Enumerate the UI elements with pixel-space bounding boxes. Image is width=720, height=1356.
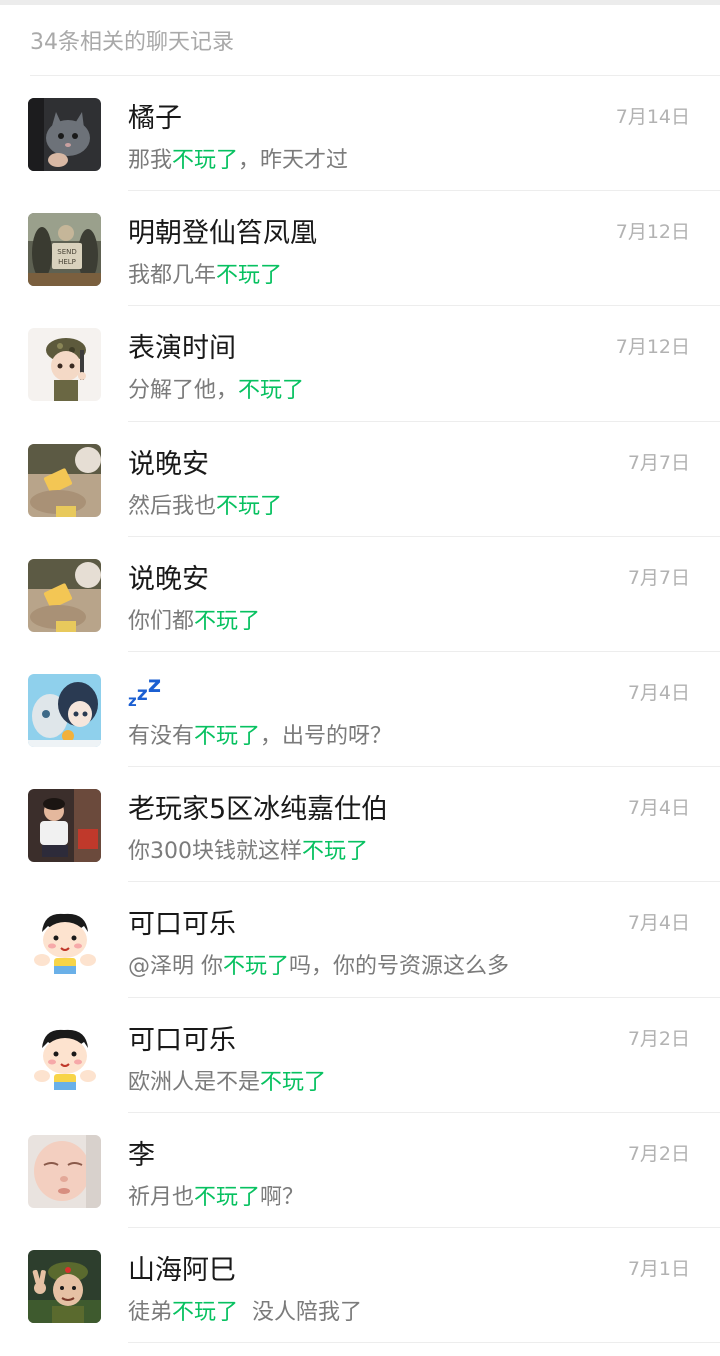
snippet-text: 你300块钱就这样 xyxy=(128,839,302,865)
chat-date: 7月12日 xyxy=(615,336,690,359)
match-highlight: 不玩了 xyxy=(260,1069,327,1095)
cartoon-boy-avatar[interactable] xyxy=(28,904,101,978)
chat-snippet: 然后我也不玩了 xyxy=(128,488,282,520)
chat-name: 山海阿巳 xyxy=(128,1254,236,1286)
chat-date: 7月1日 xyxy=(627,1257,690,1280)
chat-date: 7月4日 xyxy=(627,681,690,704)
snippet-text: 我都几年 xyxy=(128,263,217,289)
chat-result-row[interactable]: 老玩家5区冰纯嘉仕伯 7月4日 你300块钱就这样不玩了 xyxy=(0,767,720,883)
chat-date: 7月7日 xyxy=(627,566,690,589)
match-highlight: 不玩了 xyxy=(194,608,261,634)
results-count-title: 34条相关的聊天记录 xyxy=(30,30,234,55)
phone-photo-avatar[interactable] xyxy=(28,558,101,632)
match-highlight: 不玩了 xyxy=(216,263,283,289)
chat-snippet: 我都几年不玩了 xyxy=(128,257,282,289)
chat-result-row[interactable]: zzz 7月4日 有没有不玩了，出号的呀？ xyxy=(0,652,720,768)
snippet-text: ，昨天才过 xyxy=(238,148,349,173)
match-highlight: 不玩了 xyxy=(194,1184,261,1210)
cat-avatar[interactable] xyxy=(28,98,101,171)
chat-name: 李 xyxy=(128,1139,155,1171)
chat-snippet: 分解了他，不玩了 xyxy=(128,372,304,404)
chat-result-row[interactable]: 表演时间 7月12日 分解了他，不玩了 xyxy=(0,306,720,422)
chat-name: 表演时间 xyxy=(128,333,236,365)
sign-text: SEND xyxy=(57,248,77,256)
cartoon-boy-avatar[interactable] xyxy=(28,1019,101,1093)
match-highlight: 不玩了 xyxy=(194,723,261,749)
send-help-avatar[interactable]: SEND HELP xyxy=(28,213,101,287)
chat-name: 可口可乐 xyxy=(128,909,236,941)
chat-name: 可口可乐 xyxy=(128,1024,236,1056)
match-highlight: 不玩了 xyxy=(216,493,283,519)
chat-date: 7月14日 xyxy=(615,106,690,128)
chat-snippet: 祈月也不玩了啊？ xyxy=(128,1179,304,1211)
chat-snippet: 你300块钱就这样不玩了 xyxy=(128,833,368,865)
chat-name: 说晚安 xyxy=(128,448,209,480)
chat-result-row[interactable]: 说晚安 7月7日 然后我也不玩了 xyxy=(0,422,720,537)
chat-date: 7月2日 xyxy=(627,1142,690,1165)
baby-photo-avatar[interactable] xyxy=(28,1134,101,1208)
chat-snippet: 有没有不玩了，出号的呀？ xyxy=(128,718,392,750)
snippet-text: 然后我也 xyxy=(128,493,217,519)
match-highlight: 不玩了 xyxy=(302,839,369,865)
chat-snippet: @泽明 你不玩了吗，你的号资源这么多 xyxy=(128,948,509,980)
chat-name: 说晚安 xyxy=(128,563,209,595)
chat-date: 7月4日 xyxy=(627,912,690,935)
phone-photo-avatar[interactable] xyxy=(28,443,101,517)
chat-snippet: 那我不玩了，昨天才过 xyxy=(128,142,348,174)
snippet-text: 没人陪我了 xyxy=(238,1299,363,1325)
search-results-header: 34条相关的聊天记录 xyxy=(0,5,720,75)
chat-result-row[interactable]: 李 7月2日 祈月也不玩了啊？ xyxy=(0,1113,720,1229)
snippet-text: 你们都 xyxy=(128,608,195,634)
chat-name-zzz: zzz xyxy=(128,671,162,710)
chat-snippet: 徒弟不玩了 没人陪我了 xyxy=(128,1294,362,1326)
snippet-text: 徒弟 xyxy=(128,1299,173,1325)
chat-snippet: 欧洲人是不是不玩了 xyxy=(128,1064,326,1096)
match-highlight: 不玩了 xyxy=(223,954,290,980)
match-highlight: 不玩了 xyxy=(172,148,239,173)
chat-snippet: 你们都不玩了 xyxy=(128,603,260,635)
chat-date: 7月7日 xyxy=(627,451,690,474)
match-highlight: 不玩了 xyxy=(172,1299,239,1325)
chat-results-list: 橘子 7月14日 那我不玩了，昨天才过 SEND HELP 明朝登仙笞凤凰 7月… xyxy=(0,76,720,1344)
snippet-text: 那我 xyxy=(128,148,173,173)
peace-sign-avatar[interactable] xyxy=(28,1249,101,1323)
chat-date: 7月12日 xyxy=(615,221,690,244)
chat-name: 橘子 xyxy=(128,103,182,134)
chat-name: 老玩家5区冰纯嘉仕伯 xyxy=(128,794,389,826)
anime-avatar[interactable] xyxy=(28,673,101,747)
chat-result-row[interactable]: 可口可乐 7月4日 @泽明 你不玩了吗，你的号资源这么多 xyxy=(0,882,720,998)
match-highlight: 不玩了 xyxy=(238,378,305,404)
snippet-text: 分解了他， xyxy=(128,378,239,404)
chat-name: 明朝登仙笞凤凰 xyxy=(128,218,317,250)
snippet-text: 有没有 xyxy=(128,723,195,749)
chat-result-row[interactable]: 说晚安 7月7日 你们都不玩了 xyxy=(0,537,720,653)
chat-result-row[interactable]: SEND HELP 明朝登仙笞凤凰 7月12日 我都几年不玩了 xyxy=(0,191,720,307)
soldier-cartoon-avatar[interactable] xyxy=(28,328,101,402)
chat-result-row[interactable]: 可口可乐 7月2日 欧洲人是不是不玩了 xyxy=(0,998,720,1113)
chat-result-row[interactable]: 山海阿巳 7月1日 徒弟不玩了 没人陪我了 xyxy=(0,1228,720,1344)
snippet-text: ，出号的呀？ xyxy=(260,723,393,749)
snippet-text: 啊？ xyxy=(260,1184,305,1210)
chat-result-row[interactable]: 橘子 7月14日 那我不玩了，昨天才过 xyxy=(0,76,720,192)
snippet-text: 祈月也 xyxy=(128,1184,195,1210)
chat-date: 7月2日 xyxy=(627,1027,690,1050)
snippet-text: 欧洲人是不是 xyxy=(128,1069,261,1095)
snippet-text: 吗，你的号资源这么多 xyxy=(289,954,510,980)
snippet-text: @泽明 你 xyxy=(128,954,223,980)
child-photo-avatar[interactable] xyxy=(28,789,101,863)
sign-text: HELP xyxy=(58,258,76,266)
chat-date: 7月4日 xyxy=(627,797,690,820)
